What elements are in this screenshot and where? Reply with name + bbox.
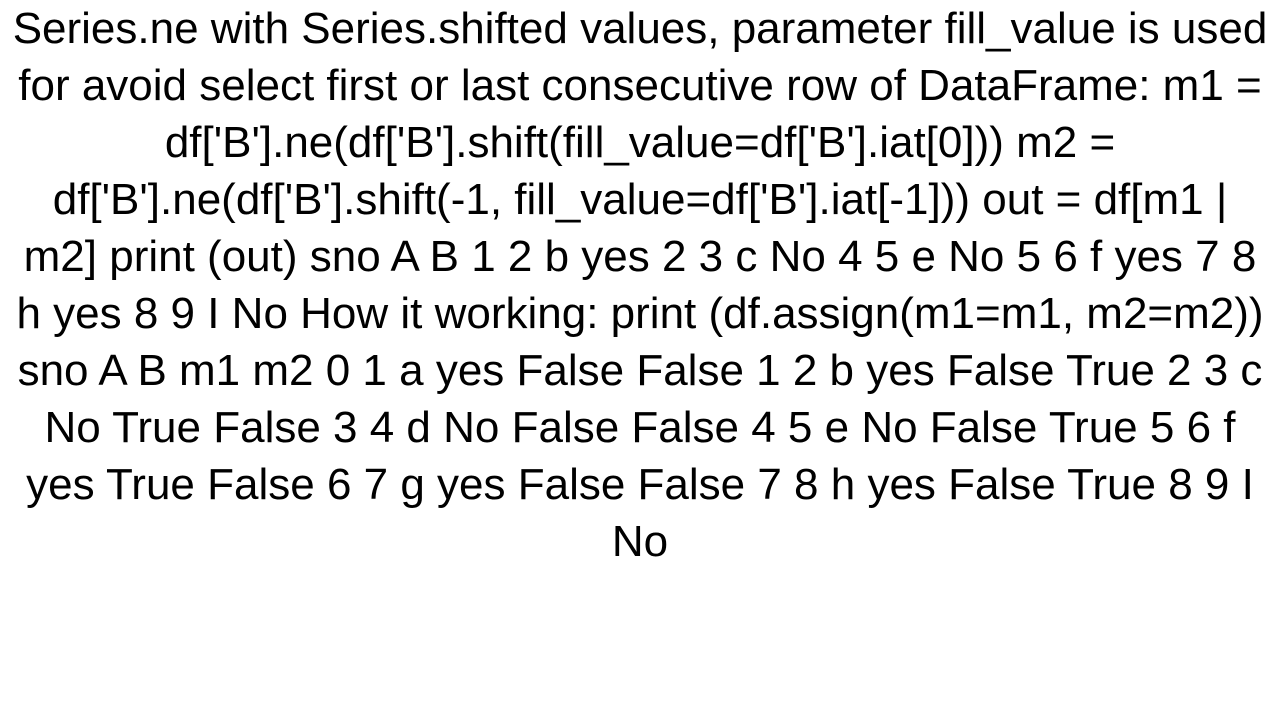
document-body-text: Series.ne with Series.shifted values, pa… — [0, 0, 1280, 570]
